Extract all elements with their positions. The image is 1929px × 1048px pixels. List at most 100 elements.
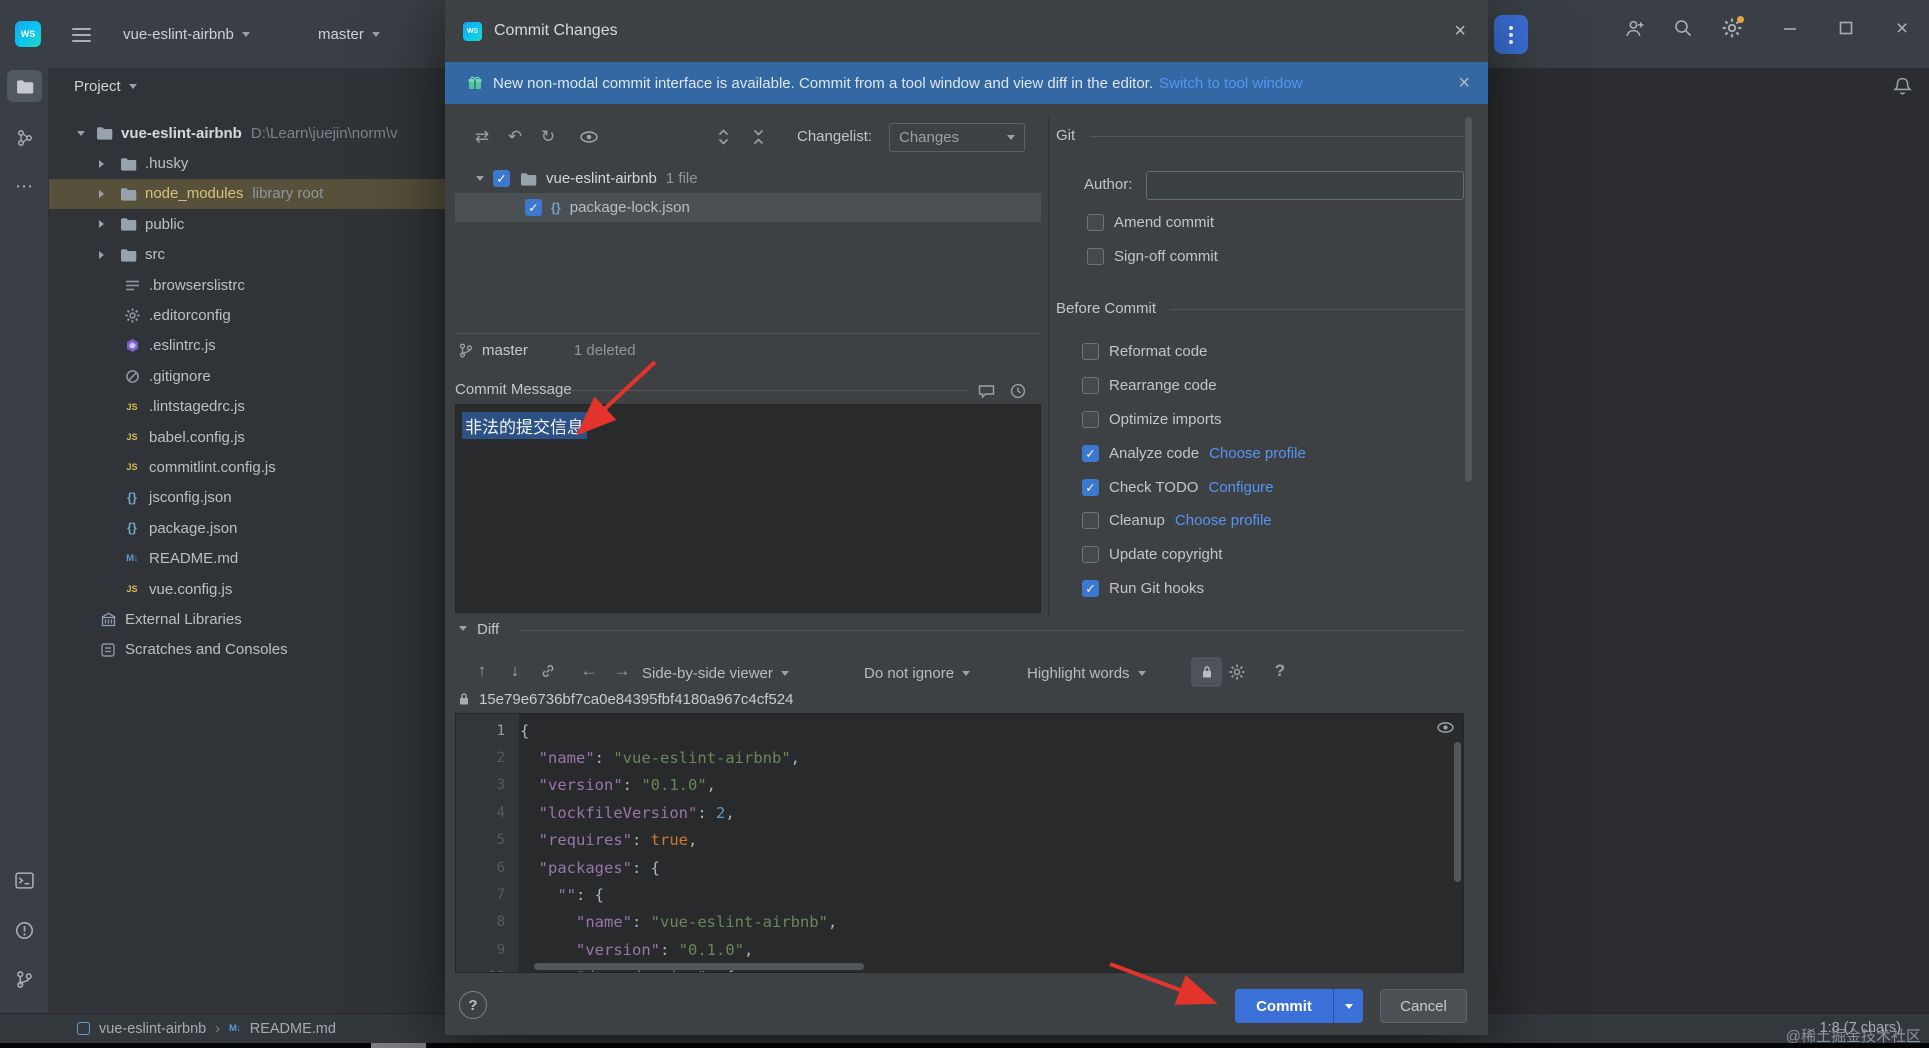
dialog-close-icon[interactable]: × (1454, 21, 1466, 41)
listfile-icon (123, 279, 141, 292)
next-change-down-icon[interactable]: ↓ (502, 658, 528, 684)
prev-difference-icon[interactable]: ← (576, 658, 602, 684)
show-diff-icon[interactable]: ⇄ (469, 124, 495, 150)
soft-wrap-eye-icon[interactable] (1437, 722, 1454, 733)
chevron-right-icon[interactable] (99, 220, 104, 229)
project-panel-header[interactable]: Project (49, 68, 445, 104)
add-user-icon[interactable] (1621, 15, 1647, 41)
problems-tool-button[interactable] (7, 914, 42, 946)
notifications-bell-icon[interactable] (1892, 76, 1913, 97)
tree-item-commitlint.config.js[interactable]: JS commitlint.config.js (49, 452, 445, 482)
project-selector[interactable]: vue-eslint-airbnb (123, 20, 250, 48)
whitespace-dropdown[interactable]: Do not ignore (864, 660, 971, 686)
maximize-icon[interactable] (1833, 15, 1859, 41)
refresh-icon[interactable]: ↻ (535, 124, 561, 150)
rollback-icon[interactable]: ↶ (502, 124, 528, 150)
tree-item-ExternalLibraries[interactable]: External Libraries (49, 604, 445, 634)
option-link[interactable]: Configure (1208, 479, 1273, 496)
option-link[interactable]: Choose profile (1175, 512, 1272, 529)
checkbox[interactable] (1082, 512, 1099, 530)
breadcrumb-file[interactable]: README.md (250, 1021, 336, 1037)
diff-code-panel[interactable]: 1{2 "name": "vue-eslint-airbnb", 3 "versi… (455, 713, 1464, 973)
tree-item-ScratchesandConsoles[interactable]: Scratches and Consoles (49, 635, 445, 665)
amend-commit-option: Amend commit (1087, 208, 1214, 236)
git-tool-button[interactable] (7, 963, 42, 995)
diff-settings-gear-icon[interactable] (1224, 659, 1250, 685)
checkbox[interactable] (1082, 343, 1099, 361)
help-button[interactable]: ? (459, 991, 487, 1019)
changes-group-row[interactable]: vue-eslint-airbnb 1 file (455, 164, 1041, 193)
author-input[interactable] (1146, 171, 1464, 200)
search-icon[interactable] (1670, 15, 1696, 41)
changelist-dropdown[interactable]: Changes (889, 123, 1025, 152)
chevron-down-icon[interactable] (476, 176, 484, 181)
tree-item-package.json[interactable]: {} package.json (49, 513, 445, 543)
chevron-down-icon[interactable] (77, 130, 85, 136)
next-difference-icon[interactable]: → (609, 658, 635, 684)
commit-options-chevron[interactable] (1334, 1003, 1363, 1009)
checkbox[interactable] (1082, 410, 1099, 428)
minimize-icon[interactable] (1777, 15, 1803, 41)
switch-to-tool-window-link[interactable]: Switch to tool window (1159, 75, 1302, 92)
code-vertical-scrollbar[interactable] (1454, 742, 1461, 882)
settings-gear-icon[interactable] (1719, 15, 1745, 41)
structure-tool-button[interactable] (7, 122, 42, 154)
checkbox[interactable] (1082, 478, 1099, 496)
more-toolbar-button[interactable] (1494, 15, 1528, 54)
link-chain-icon[interactable] (535, 658, 561, 684)
checkbox[interactable] (1082, 546, 1099, 564)
commit-button[interactable]: Commit (1235, 989, 1363, 1023)
bottom-scrollbar-thumb[interactable] (371, 1043, 426, 1048)
clock-history-icon[interactable] (1005, 378, 1031, 404)
option-reformat-code: Reformat code (1056, 335, 1464, 369)
diff-collapse-icon[interactable] (459, 626, 467, 631)
close-icon[interactable]: × (1889, 15, 1915, 41)
tree-item-project-root[interactable]: vue-eslint-airbnb D:\Learn\juejin\norm\v (49, 118, 445, 148)
checkbox[interactable] (1082, 579, 1099, 597)
lock-scroll-toggle[interactable] (1191, 657, 1222, 687)
group-checkbox[interactable] (493, 170, 510, 187)
commit-message-input[interactable]: 非法的提交信息 (455, 404, 1041, 613)
checkbox[interactable] (1082, 444, 1099, 462)
message-history-icon[interactable] (973, 378, 999, 404)
tree-item-.eslintrc.js[interactable]: .eslintrc.js (49, 331, 445, 361)
tree-item-vue.config.js[interactable]: JS vue.config.js (49, 574, 445, 604)
signoff-checkbox[interactable] (1087, 247, 1104, 265)
terminal-tool-button[interactable] (7, 864, 42, 896)
checkbox[interactable] (1082, 377, 1099, 395)
tree-item-.gitignore[interactable]: .gitignore (49, 361, 445, 391)
main-menu-icon[interactable] (72, 24, 91, 46)
changed-file-row[interactable]: {} package-lock.json (455, 193, 1041, 222)
chevron-right-icon[interactable] (99, 250, 104, 259)
prev-change-up-icon[interactable]: ↑ (469, 658, 495, 684)
chevron-right-icon[interactable] (99, 189, 104, 198)
tree-item-jsconfig.json[interactable]: {} jsconfig.json (49, 483, 445, 513)
option-link[interactable]: Choose profile (1209, 445, 1306, 462)
file-checkbox[interactable] (525, 199, 542, 216)
breadcrumb-project[interactable]: vue-eslint-airbnb (99, 1021, 206, 1037)
expand-all-icon[interactable] (710, 124, 736, 150)
highlight-mode-dropdown[interactable]: Highlight words (1027, 660, 1146, 686)
code-horizontal-scrollbar[interactable] (534, 963, 864, 970)
tree-item-node_modules[interactable]: node_modules library root (49, 178, 445, 210)
chevron-right-icon[interactable] (99, 159, 104, 168)
more-tools-icon[interactable]: ⋯ (7, 170, 42, 202)
tree-item-.browserslistrc[interactable]: .browserslistrc (49, 270, 445, 300)
tree-item-babel.config.js[interactable]: JS babel.config.js (49, 422, 445, 452)
tree-item-.editorconfig[interactable]: .editorconfig (49, 300, 445, 330)
dialog-scrollbar[interactable] (1465, 117, 1472, 482)
cancel-button[interactable]: Cancel (1380, 989, 1467, 1023)
tree-item-.husky[interactable]: .husky (49, 148, 445, 178)
viewer-mode-dropdown[interactable]: Side-by-side viewer (642, 660, 789, 686)
preview-diff-eye-icon[interactable] (576, 124, 602, 150)
amend-checkbox[interactable] (1087, 213, 1104, 231)
diff-help-icon[interactable]: ? (1267, 658, 1293, 684)
branch-selector[interactable]: master (318, 20, 380, 48)
project-tool-button[interactable] (7, 70, 42, 102)
tree-item-public[interactable]: public (49, 209, 445, 239)
tree-item-src[interactable]: src (49, 240, 445, 270)
collapse-all-icon[interactable] (745, 124, 771, 150)
banner-close-icon[interactable]: × (1458, 73, 1470, 93)
tree-item-.lintstagedrc.js[interactable]: JS .lintstagedrc.js (49, 392, 445, 422)
tree-item-README.md[interactable]: M↓ README.md (49, 543, 445, 573)
